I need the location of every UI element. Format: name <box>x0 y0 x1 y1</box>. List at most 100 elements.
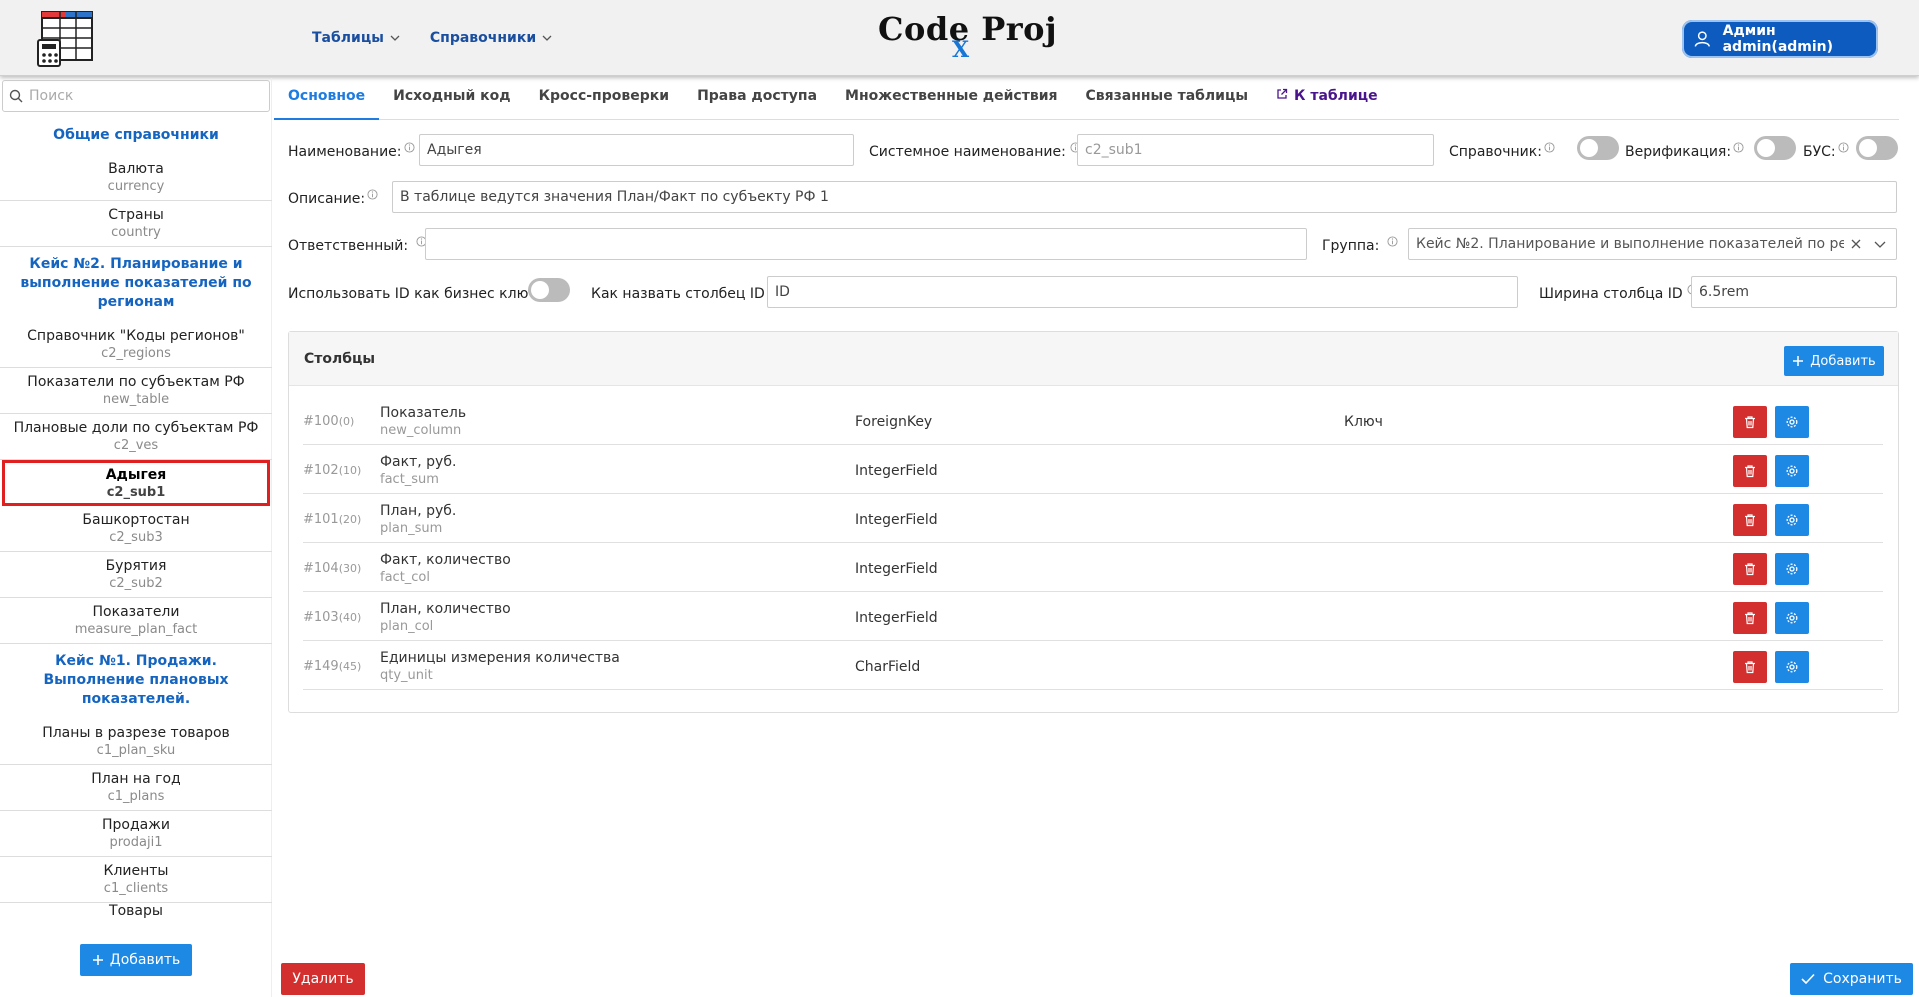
column-type: IntegerField <box>855 610 938 626</box>
use-id-label-text: Использовать ID как бизнес ключ <box>288 286 537 302</box>
info-icon <box>367 189 378 200</box>
delete-column-button[interactable] <box>1733 602 1767 634</box>
dictionary-label-text: Справочник: <box>1449 144 1542 160</box>
delete-column-button[interactable] <box>1733 406 1767 438</box>
tab-access-rights[interactable]: Права доступа <box>683 80 831 120</box>
settings-column-button[interactable] <box>1775 553 1809 585</box>
check-icon <box>1801 973 1815 985</box>
add-column-button[interactable]: Добавить <box>1784 346 1884 376</box>
sidebar-item-c2-regions[interactable]: Справочник "Коды регионов" c2_regions <box>0 322 272 368</box>
description-input[interactable] <box>392 181 1897 213</box>
add-column-label: Добавить <box>1810 353 1876 369</box>
name-label: Наименование: <box>288 142 415 160</box>
sidebar-item-country[interactable]: Страны country <box>0 201 272 247</box>
delete-column-button[interactable] <box>1733 504 1767 536</box>
sidebar-item-measure-plan-fact[interactable]: Показатели measure_plan_fact <box>0 598 272 644</box>
name-label-text: Наименование: <box>288 144 402 160</box>
settings-column-button[interactable] <box>1775 504 1809 536</box>
nav-tables-menu[interactable]: Таблицы <box>312 30 400 46</box>
settings-column-button[interactable] <box>1775 651 1809 683</box>
sidebar-item-name: Показатели <box>92 604 180 620</box>
column-type: IntegerField <box>855 512 938 528</box>
sidebar-item-name: Адыгея <box>105 466 167 483</box>
tab-to-table-label: К таблице <box>1294 88 1378 104</box>
column-sysname: qty_unit <box>380 668 433 683</box>
column-sysname: plan_sum <box>380 521 443 536</box>
nav-tables-label: Таблицы <box>312 30 384 46</box>
column-type: CharField <box>855 659 921 675</box>
name-input[interactable] <box>419 134 854 166</box>
sysname-input[interactable] <box>1077 134 1434 166</box>
tab-source-code[interactable]: Исходный код <box>379 80 524 120</box>
description-label: Описание: <box>288 189 378 207</box>
sidebar-item-c2-sub3[interactable]: Башкортостан c2_sub3 <box>0 506 272 552</box>
tab-cross-checks[interactable]: Кросс-проверки <box>525 80 684 120</box>
search-input[interactable] <box>29 88 249 104</box>
settings-column-button[interactable] <box>1775 455 1809 487</box>
settings-column-button[interactable] <box>1775 602 1809 634</box>
bus-toggle[interactable] <box>1856 136 1898 160</box>
gear-icon <box>1786 661 1798 673</box>
save-button[interactable]: Сохранить <box>1790 963 1913 995</box>
sidebar-item-c1-clients[interactable]: Клиенты c1_clients <box>0 857 272 903</box>
delete-table-label: Удалить <box>292 971 354 987</box>
table-logo-icon[interactable] <box>36 10 94 68</box>
id-column-width-input[interactable] <box>1691 276 1897 308</box>
column-name: Показатель <box>380 405 467 421</box>
column-id: #149(45) <box>303 659 362 674</box>
sysname-label-text: Системное наименование: <box>869 144 1066 160</box>
verification-label: Верификация: <box>1625 142 1744 160</box>
sidebar-item-c1-plan-sku[interactable]: Планы в разрезе товаров c1_plan_sku <box>0 719 272 765</box>
responsible-input[interactable] <box>425 228 1307 260</box>
group-select[interactable]: Кейс №2. Планирование и выполнение показ… <box>1408 228 1897 260</box>
column-row[interactable]: #103(40) План, количество plan_col Integ… <box>303 592 1883 641</box>
chevron-down-icon[interactable] <box>1874 238 1886 250</box>
sidebar-item-name: Продажи <box>102 817 170 833</box>
delete-column-button[interactable] <box>1733 651 1767 683</box>
tab-bulk-actions[interactable]: Множественные действия <box>831 80 1071 120</box>
sidebar-item-prodaji1[interactable]: Продажи prodaji1 <box>0 811 272 857</box>
user-menu-button[interactable]: Админ admin(admin) <box>1682 20 1878 58</box>
sysname-label: Системное наименование: <box>869 142 1081 160</box>
sidebar-add-button[interactable]: Добавить <box>80 944 192 976</box>
sidebar-item-c2-sub2[interactable]: Бурятия c2_sub2 <box>0 552 272 598</box>
sidebar-item-name: Страны <box>108 207 164 223</box>
delete-table-button[interactable]: Удалить <box>281 963 365 995</box>
search-icon <box>9 89 23 103</box>
sidebar-item-name: План на год <box>91 771 181 787</box>
verification-toggle[interactable] <box>1754 136 1796 160</box>
use-id-toggle[interactable] <box>528 278 570 302</box>
tab-related-tables[interactable]: Связанные таблицы <box>1072 80 1263 120</box>
use-id-label: Использовать ID как бизнес ключ <box>288 284 550 302</box>
settings-column-button[interactable] <box>1775 406 1809 438</box>
sidebar-add-label: Добавить <box>109 952 181 968</box>
group-label: Группа: <box>1322 236 1398 254</box>
tab-main[interactable]: Основное <box>274 80 380 120</box>
column-name: План, количество <box>380 601 511 617</box>
column-row[interactable]: #101(20) План, руб. plan_sum IntegerFiel… <box>303 494 1883 543</box>
delete-column-button[interactable] <box>1733 553 1767 585</box>
delete-column-button[interactable] <box>1733 455 1767 487</box>
column-type: IntegerField <box>855 463 938 479</box>
columns-panel-title: Столбцы <box>304 350 376 367</box>
column-row[interactable]: #149(45) Единицы измерения количества qt… <box>303 641 1883 690</box>
sidebar-item-currency[interactable]: Валюта currency <box>0 155 272 201</box>
sidebar-item-new-table[interactable]: Показатели по субъектам РФ new_table <box>0 368 272 414</box>
sidebar-item-c1-plans[interactable]: План на год c1_plans <box>0 765 272 811</box>
id-column-width-label-text: Ширина столбца ID <box>1539 286 1683 302</box>
sidebar-item-c2-sub1-active[interactable]: Адыгея c2_sub1 <box>2 460 270 506</box>
clear-icon[interactable] <box>1850 238 1862 250</box>
group-select-value: Кейс №2. Планирование и выполнение показ… <box>1416 236 1844 252</box>
sidebar-item-sysname: c1_plan_sku <box>96 743 176 758</box>
column-row[interactable]: #104(30) Факт, количество fact_col Integ… <box>303 543 1883 592</box>
column-row[interactable]: #102(10) Факт, руб. fact_sum IntegerFiel… <box>303 445 1883 494</box>
sidebar-item-name: Клиенты <box>103 863 169 879</box>
nav-dictionaries-menu[interactable]: Справочники <box>430 30 552 46</box>
dictionary-toggle[interactable] <box>1577 136 1619 160</box>
sidebar-item-sysname: c2_sub2 <box>109 576 163 591</box>
tab-to-table-link[interactable]: К таблице <box>1262 80 1392 120</box>
sidebar-item-goods[interactable]: Товары <box>0 903 272 929</box>
sidebar-item-c2-ves[interactable]: Плановые доли по субъектам РФ c2_ves <box>0 414 272 460</box>
id-column-name-input[interactable] <box>767 276 1518 308</box>
column-row[interactable]: #100(0) Показатель new_column ForeignKey… <box>303 396 1883 445</box>
